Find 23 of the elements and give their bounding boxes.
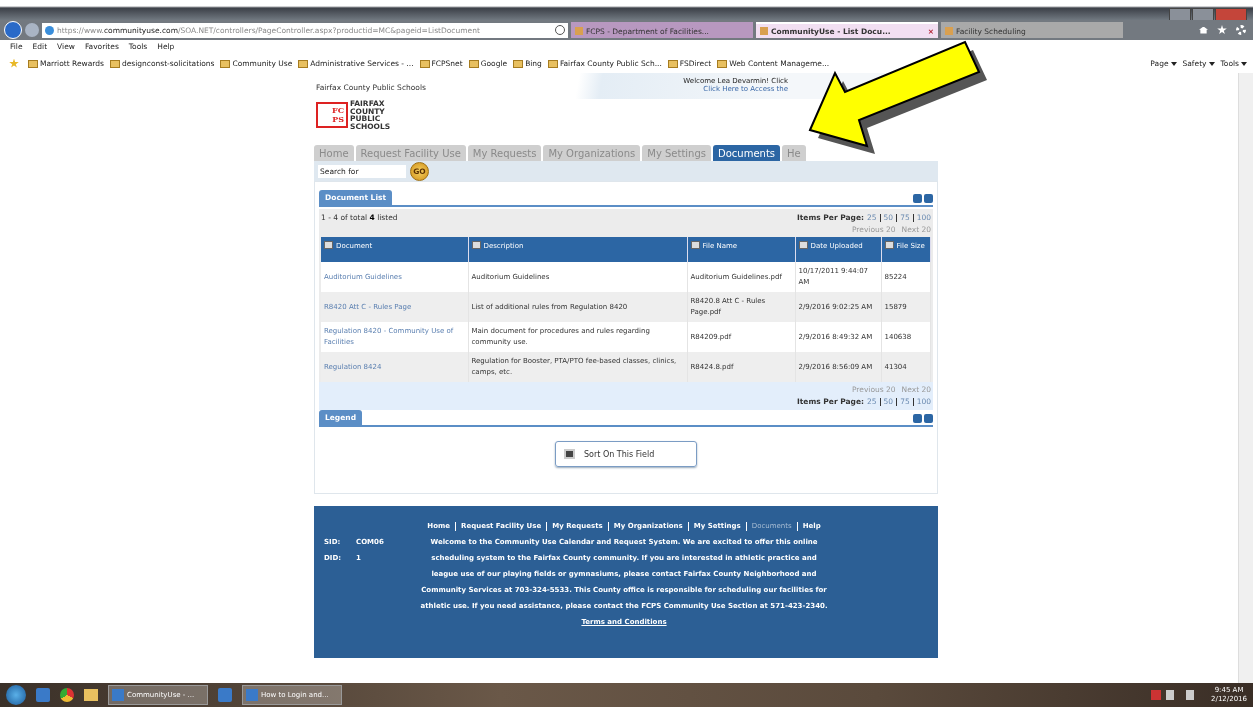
expand-button[interactable] (913, 194, 922, 203)
back-button[interactable] (4, 21, 22, 39)
globe-icon (45, 25, 54, 35)
browser-icon[interactable] (60, 688, 74, 702)
sort-icon[interactable] (690, 241, 700, 249)
start-button[interactable] (6, 685, 26, 705)
page-icon (760, 27, 768, 35)
logo-mark: FC PS (316, 102, 348, 128)
sort-icon[interactable] (471, 241, 481, 249)
collapse-button[interactable] (924, 414, 933, 423)
page-icon (945, 27, 953, 35)
sort-icon[interactable] (798, 241, 808, 249)
sort-icon[interactable] (324, 241, 333, 249)
collapse-button[interactable] (924, 194, 933, 203)
nav-tab[interactable]: Documents (713, 145, 781, 161)
expand-button[interactable] (913, 414, 922, 423)
settings-icon[interactable] (1236, 25, 1246, 35)
page-icon (575, 27, 583, 35)
home-icon[interactable] (1199, 26, 1208, 34)
scrollbar[interactable] (1238, 73, 1253, 683)
sort-icon[interactable] (884, 241, 894, 249)
sort-icon (564, 449, 575, 459)
legend-label: Sort On This Field (584, 449, 655, 459)
